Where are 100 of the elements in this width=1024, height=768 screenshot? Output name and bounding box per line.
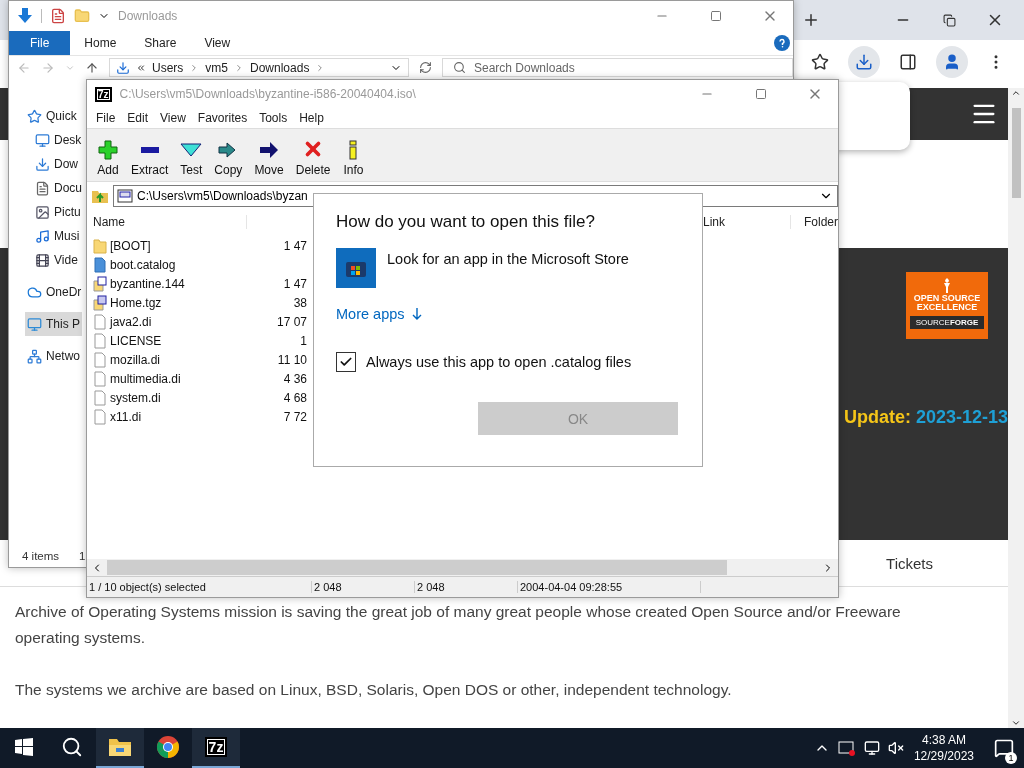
start-icon[interactable] [15,738,33,756]
status-text: 1 [79,550,86,562]
nav-item[interactable]: Docu [33,176,84,200]
menu-item[interactable]: File [90,111,122,125]
status-text: 2004-04-04 09:28:55 [518,581,701,593]
breadcrumb[interactable]: Downloads [250,60,310,75]
folder-icon [93,237,107,254]
download-icon[interactable] [855,53,873,71]
ribbon-tab[interactable]: Home [70,31,131,55]
nav-item[interactable]: Vide [33,248,80,272]
address-bar[interactable]: Users vm5 Downloads [109,58,409,77]
scroll-up-icon[interactable] [1011,88,1021,98]
file-name[interactable]: [BOOT] [87,237,263,254]
file-icon [93,351,107,368]
profile-icon[interactable] [943,53,961,71]
new-tab-icon[interactable] [802,11,820,29]
more-apps-link[interactable]: More apps [336,306,423,322]
menu-item[interactable]: Help [293,111,330,125]
breadcrumb[interactable]: Users [152,60,184,75]
nav-item[interactable]: Pictu [33,200,83,224]
clock-date[interactable]: 12/29/2023 [913,748,974,764]
document-icon [35,180,50,196]
disc-image-icon [117,189,133,203]
download-icon[interactable] [17,7,33,25]
column-header[interactable]: Name [87,215,247,229]
menu-item[interactable]: Tools [253,111,294,125]
window-title: C:\Users\vm5\Downloads\byzantine-i586-20040404.iso\ [119,87,416,101]
file-name[interactable]: mozilla.di [87,351,263,368]
nav-item[interactable]: Desk [33,128,84,152]
toolbar-button[interactable]: Test [174,140,209,177]
file-size: 17 07 [275,314,307,329]
file-name[interactable]: system.di [87,389,263,406]
file-size: 11 10 [276,352,307,367]
nav-link[interactable]: Tickets [886,554,933,572]
checkbox[interactable] [336,352,356,372]
arrow-icon [258,140,281,160]
menu-item[interactable]: Edit [121,111,155,125]
file-name[interactable]: byzantine.144 [87,275,263,292]
file-name[interactable]: Home.tgz [87,294,263,311]
network-icon[interactable] [863,740,880,756]
toolbar-button[interactable]: Delete [289,138,337,177]
file-name[interactable]: java2.di [87,313,263,330]
overflow-icon [136,62,146,73]
maximize-icon[interactable] [710,10,722,22]
archiver-app-icon[interactable]: 7z [192,728,240,768]
toolbar-button[interactable]: Add [91,140,125,177]
column-header[interactable]: Folder [791,215,838,229]
nav-item[interactable]: OneDr [25,280,84,304]
breadcrumb[interactable]: vm5 [205,60,228,75]
file-name[interactable]: multimedia.di [87,370,263,387]
file-size: 4 68 [282,390,307,405]
nav-item[interactable]: Dow [33,152,80,176]
file-size: 1 47 [282,276,307,291]
update-label: Update: [843,407,911,427]
menu-item[interactable]: View [154,111,192,125]
properties-icon[interactable] [50,8,66,24]
search-field[interactable]: Search Downloads [442,58,793,77]
bookmark-star-icon[interactable] [811,53,829,71]
video-icon [35,252,50,268]
nav-item[interactable]: Musi [33,224,82,248]
file-name[interactable]: x11.di [87,408,263,425]
file-name[interactable]: LICENSE [87,332,263,349]
toolbar-button[interactable]: Info [336,140,371,177]
toolbar-button[interactable]: Copy [208,140,249,177]
volume-muted-icon[interactable] [887,740,904,756]
ribbon-tab[interactable]: File [9,31,71,55]
cloud-icon [27,284,42,300]
help-icon[interactable] [774,35,790,51]
ribbon-tab[interactable]: Share [130,31,191,55]
file-name[interactable]: boot.catalog [87,256,263,273]
file-icon [93,389,107,406]
nav-item[interactable]: Netwo [25,344,82,368]
status-text: 4 items [22,550,60,562]
option-label[interactable]: Look for an app in the Microsoft Store [387,251,629,267]
chevron-icon [234,62,244,73]
maximize-icon[interactable] [755,88,767,100]
scrollbar-thumb[interactable] [107,560,727,575]
toolbar-button[interactable]: Extract [125,140,175,177]
download-icon [35,156,50,172]
file-size: 1 47 [282,238,307,253]
ribbon-tab[interactable]: View [190,31,245,55]
toolbar-button[interactable]: Move [248,140,290,177]
app-logo: 7z [95,86,112,102]
scroll-down-icon[interactable] [1011,718,1021,728]
dialog-title: How do you want to open this file? [336,212,596,232]
security-icon[interactable] [837,740,856,756]
folder-app-icon[interactable] [96,728,144,768]
search-icon[interactable] [61,736,83,758]
clock-time[interactable]: 4:38 AM [921,732,966,748]
restore-icon[interactable] [942,13,956,27]
file-icon [93,408,107,425]
disk-image-icon [93,275,107,292]
update-date: 2023-12-13 [915,407,1008,427]
side-panel-icon[interactable] [899,53,917,71]
up-icon[interactable] [85,60,99,75]
menu-item[interactable]: Favorites [191,111,254,125]
nav-item[interactable]: Quick [25,104,79,128]
scrollbar-thumb[interactable] [1011,108,1021,198]
refresh-icon[interactable] [419,61,432,74]
nav-item[interactable]: This P [25,312,82,336]
